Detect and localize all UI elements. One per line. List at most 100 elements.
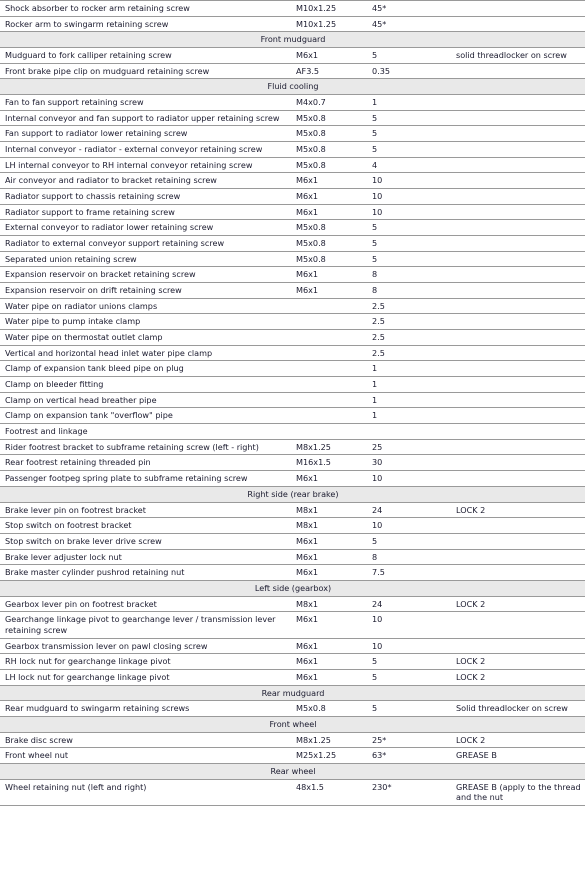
section-header-label: Front mudguard [0, 31, 585, 49]
row-notes [451, 532, 585, 550]
row-description: Fan support to radiator lower retaining … [0, 125, 291, 143]
row-description: Clamp of expansion tank bleed pipe on pl… [0, 360, 291, 378]
row-notes [451, 156, 585, 174]
row-torque: 1 [367, 360, 451, 378]
row-notes [451, 637, 585, 655]
row-thread: M4x0.7 [291, 94, 367, 111]
row-notes [451, 454, 585, 472]
row-torque: 7.5 [367, 564, 451, 581]
row-description: Passenger footpeg spring plate to subfra… [0, 470, 291, 487]
row-notes [451, 203, 585, 221]
table-row: Stop switch on brake lever drive screw M6… [0, 532, 585, 550]
row-notes [451, 470, 585, 487]
row-thread: M5x0.8 [291, 235, 367, 252]
section-header-row: Fluid cooling [0, 78, 585, 96]
row-description: Water pipe on thermostat outlet clamp [0, 329, 291, 346]
row-description: Stop switch on footrest bracket [0, 517, 291, 534]
table-row: Air conveyor and radiator to bracket ret… [0, 172, 585, 190]
row-torque: 10 [367, 188, 451, 205]
row-torque: 30 [367, 454, 451, 472]
row-torque: 5 [367, 532, 451, 550]
row-description: Radiator support to chassis retaining sc… [0, 188, 291, 205]
row-torque: 10 [367, 611, 451, 639]
row-description: Brake master cylinder pushrod retaining … [0, 564, 291, 581]
row-torque: 63* [367, 747, 451, 764]
row-description: Internal conveyor and fan support to rad… [0, 109, 291, 127]
row-notes [451, 564, 585, 581]
table-row: Rear footrest retaining threaded pin M16x… [0, 454, 585, 472]
table-row: Stop switch on footrest bracket M8x1 10 [0, 517, 585, 534]
row-torque: 10 [367, 172, 451, 190]
row-notes [451, 391, 585, 409]
row-description: Gearbox transmission lever on pawl closi… [0, 637, 291, 655]
row-thread: M6x1 [291, 548, 367, 566]
table-row: Brake lever pin on footrest bracket M8x1 2… [0, 501, 585, 519]
row-torque: 2.5 [367, 329, 451, 346]
row-description: Brake disc screw [0, 731, 291, 749]
row-thread [291, 407, 367, 425]
table-row: Expansion reservoir on bracket retaining… [0, 266, 585, 284]
row-torque: 5 [367, 700, 451, 717]
table-row: Front brake pipe clip on mudguard retain… [0, 62, 585, 80]
row-description: Shock absorber to rocker arm retaining s… [0, 0, 291, 17]
table-row: RH lock nut for gearchange linkage pivot… [0, 653, 585, 670]
table-row: Clamp on expansion tank "overflow" pipe 1 [0, 407, 585, 425]
table-row: External conveyor to radiator lower reta… [0, 219, 585, 237]
row-torque: 5 [367, 653, 451, 670]
row-notes: GREASE B [451, 747, 585, 764]
row-torque: 10 [367, 470, 451, 487]
section-header-row: Front wheel [0, 715, 585, 733]
table-row: Front wheel nut M25x1.25 63* GREASE B [0, 747, 585, 764]
row-torque: 5 [367, 250, 451, 268]
table-row: Fan to fan support retaining screw M4x0.7… [0, 94, 585, 111]
table-row: Rider footrest bracket to subframe retai… [0, 438, 585, 456]
table-row: Rocker arm to swingarm retaining screw M1… [0, 15, 585, 33]
table-row: Radiator to external conveyor support re… [0, 235, 585, 252]
row-description: Rear footrest retaining threaded pin [0, 454, 291, 472]
row-thread: M25x1.25 [291, 747, 367, 764]
row-torque: 230* [367, 778, 451, 806]
section-header-row: Rear wheel [0, 762, 585, 780]
row-thread [291, 376, 367, 393]
row-description: Front brake pipe clip on mudguard retain… [0, 62, 291, 80]
row-notes [451, 438, 585, 456]
row-torque: 24 [367, 501, 451, 519]
row-torque: 8 [367, 548, 451, 566]
row-notes [451, 94, 585, 111]
table-row: Water pipe on thermostat outlet clamp 2.5 [0, 329, 585, 346]
row-notes: Solid threadlocker on screw [451, 700, 585, 717]
row-thread: M6x1 [291, 637, 367, 655]
row-thread: M5x0.8 [291, 700, 367, 717]
table-row: Radiator support to frame retaining scre… [0, 203, 585, 221]
table-row: Gearchange linkage pivot to gearchange l… [0, 611, 585, 639]
row-thread: M6x1 [291, 282, 367, 299]
table-row: Separated union retaining screw M5x0.8 5 [0, 250, 585, 268]
row-description: Brake lever adjuster lock nut [0, 548, 291, 566]
row-thread: M5x0.8 [291, 219, 367, 237]
row-notes [451, 219, 585, 237]
row-torque: 5 [367, 219, 451, 237]
table-row: Internal conveyor and fan support to rad… [0, 109, 585, 127]
row-thread: M5x0.8 [291, 156, 367, 174]
row-thread: M6x1 [291, 266, 367, 284]
row-torque: 1 [367, 407, 451, 425]
row-description: External conveyor to radiator lower reta… [0, 219, 291, 237]
row-notes [451, 266, 585, 284]
row-thread [291, 329, 367, 346]
row-torque: 25 [367, 438, 451, 456]
row-torque: 8 [367, 266, 451, 284]
row-torque: 10 [367, 203, 451, 221]
section-header-label: Rear wheel [0, 762, 585, 780]
row-notes [451, 297, 585, 315]
row-description: Expansion reservoir on drift retaining s… [0, 282, 291, 299]
row-notes [451, 282, 585, 299]
row-thread: M8x1.25 [291, 438, 367, 456]
row-torque: 1 [367, 391, 451, 409]
table-row: LH lock nut for gearchange linkage pivot… [0, 668, 585, 686]
table-row: Brake disc screw M8x1.25 25* LOCK 2 [0, 731, 585, 749]
row-notes [451, 344, 585, 362]
row-notes [451, 611, 585, 639]
row-thread: M8x1 [291, 501, 367, 519]
table-row: Mudguard to fork calliper retaining scre… [0, 47, 585, 64]
row-description: Front wheel nut [0, 747, 291, 764]
